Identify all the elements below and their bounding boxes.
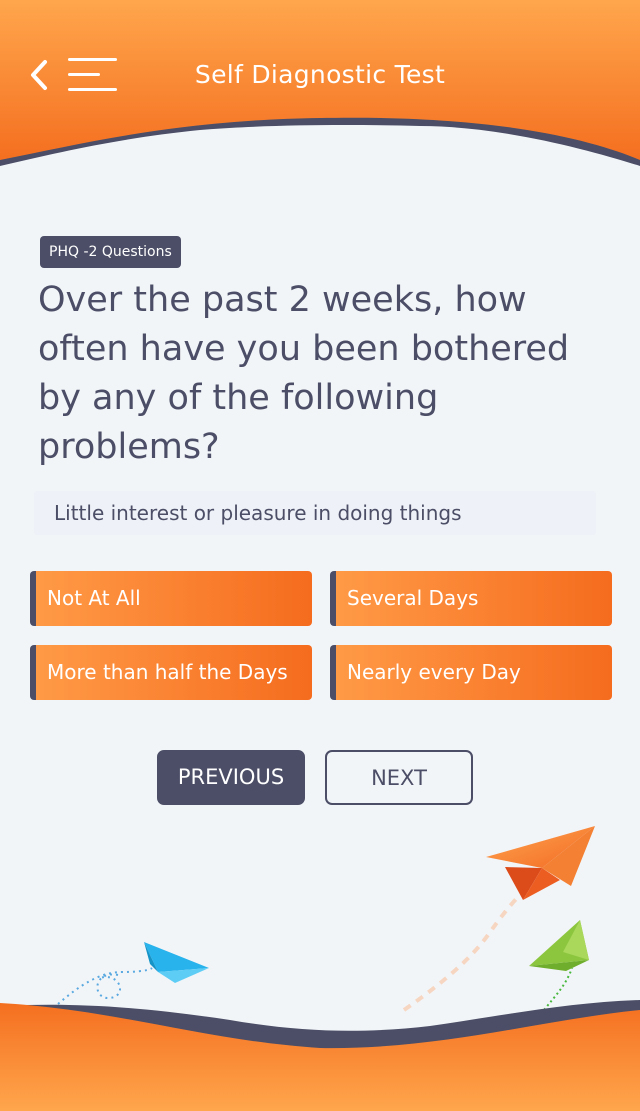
blue-paper-plane [144, 942, 209, 983]
previous-button[interactable]: PREVIOUS [157, 750, 305, 805]
green-paper-plane [529, 920, 589, 971]
hamburger-menu-icon [68, 58, 117, 61]
green-plane-trail [543, 967, 573, 1011]
orange-paper-plane [486, 826, 595, 900]
option-several-days[interactable]: Several Days [330, 571, 612, 626]
question-item-text: Little interest or pleasure in doing thi… [54, 501, 462, 525]
question-text: Over the past 2 weeks, how often have yo… [38, 280, 570, 467]
option-nearly-every-day[interactable]: Nearly every Day [330, 645, 612, 700]
blue-plane-trail [57, 967, 153, 1005]
section-badge: PHQ -2 Questions [40, 236, 181, 268]
page-title: Self Diagnostic Test [194, 60, 446, 89]
footer-illustration [0, 826, 640, 1111]
orange-plane-trail [402, 893, 522, 1012]
next-button[interactable]: NEXT [325, 750, 473, 805]
option-more-than-half[interactable]: More than half the Days [30, 645, 312, 700]
option-not-at-all[interactable]: Not At All [30, 571, 312, 626]
question-item-box: Little interest or pleasure in doing thi… [34, 491, 596, 535]
menu-button[interactable] [66, 56, 118, 94]
back-button[interactable] [26, 56, 56, 96]
chevron-left-icon [31, 60, 47, 90]
